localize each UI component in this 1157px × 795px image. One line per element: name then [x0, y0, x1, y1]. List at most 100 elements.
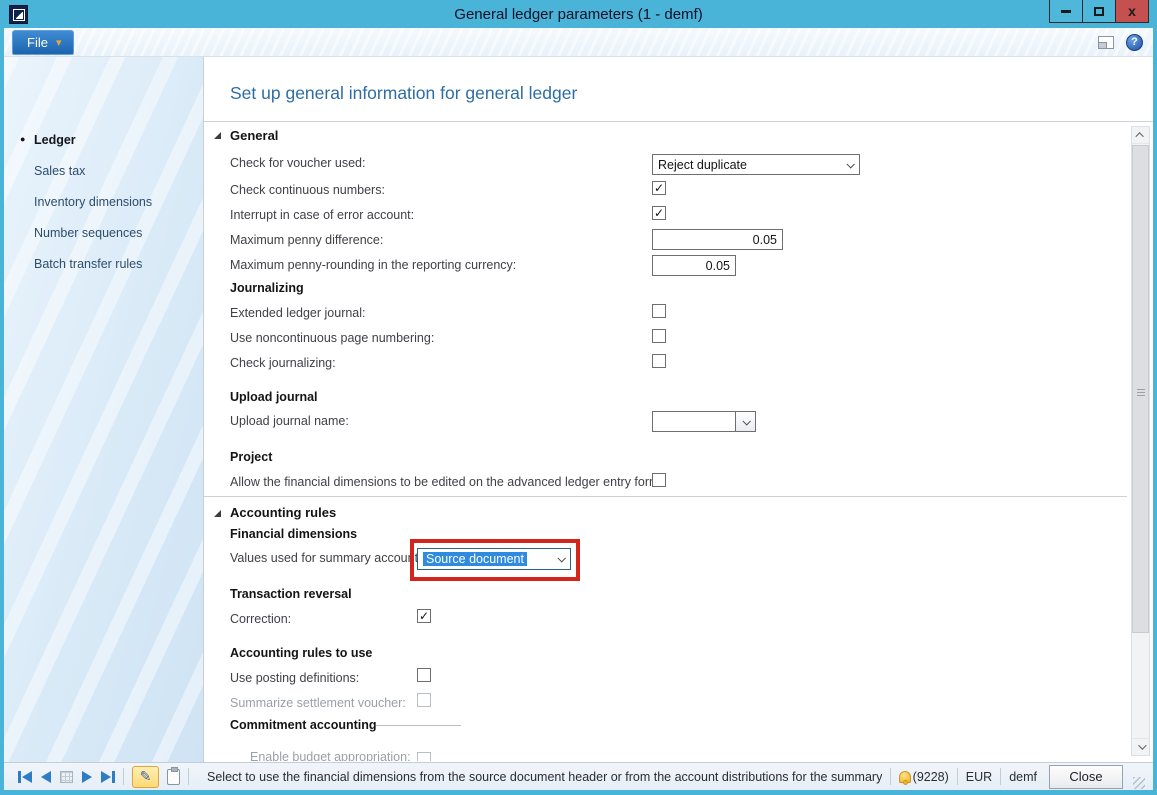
chevron-down-icon: [1138, 741, 1146, 749]
separator: [123, 768, 124, 785]
summary-account-value: Source document: [423, 552, 527, 566]
sidebar: ● Ledger Sales tax Inventory dimensions …: [4, 57, 204, 762]
maximize-button[interactable]: [1082, 0, 1116, 23]
noncontinuous-paging-checkbox[interactable]: [652, 329, 666, 343]
summarize-settlement-label: Summarize settlement voucher:: [230, 696, 406, 710]
penny-difference-input[interactable]: [652, 229, 783, 250]
summarize-settlement-checkbox: [417, 693, 431, 707]
last-record-button[interactable]: [101, 771, 115, 783]
previous-record-button[interactable]: [41, 771, 51, 783]
page-title: Set up general information for general l…: [204, 57, 1153, 104]
group-line: [376, 725, 461, 726]
correction-label: Correction:: [230, 612, 291, 626]
voucher-used-dropdown[interactable]: Reject duplicate: [652, 154, 860, 175]
continuous-numbers-checkbox[interactable]: ✓: [652, 181, 666, 195]
chevron-down-icon: [552, 549, 570, 569]
check-icon: ✓: [654, 182, 664, 194]
extended-journal-label: Extended ledger journal:: [230, 306, 366, 320]
noncontinuous-paging-label: Use noncontinuous page numbering:: [230, 331, 434, 345]
commitment-accounting-header: Commitment accounting: [230, 718, 377, 732]
close-icon: x: [1128, 4, 1136, 18]
window-title: General ledger parameters (1 - demf): [0, 6, 1157, 23]
budget-appropriation-label: Enable budget appropriation:: [250, 750, 411, 761]
allow-dimensions-label: Allow the financial dimensions to be edi…: [230, 475, 663, 489]
toolbar: File ▾ ?: [4, 28, 1153, 57]
file-menu-button[interactable]: File ▾: [12, 30, 74, 55]
file-menu-label: File: [27, 35, 48, 50]
content-panel: Set up general information for general l…: [204, 57, 1153, 762]
posting-definitions-label: Use posting definitions:: [230, 671, 359, 685]
upload-journal-header: Upload journal: [230, 390, 318, 404]
active-bullet-icon: ●: [20, 134, 25, 144]
notification-bell-icon[interactable]: [899, 771, 911, 783]
interrupt-error-checkbox[interactable]: ✓: [652, 206, 666, 220]
accounting-rules-expander-icon[interactable]: [214, 510, 221, 517]
check-icon: ✓: [654, 207, 664, 219]
next-record-button[interactable]: [82, 771, 92, 783]
extended-journal-checkbox[interactable]: [652, 304, 666, 318]
section-divider: [204, 496, 1127, 497]
correction-checkbox[interactable]: ✓: [417, 609, 431, 623]
grid-view-icon[interactable]: [60, 771, 73, 783]
layout-pane-icon[interactable]: [1098, 36, 1114, 49]
voucher-used-label: Check for voucher used:: [230, 156, 366, 170]
check-journalizing-label: Check journalizing:: [230, 356, 336, 370]
allow-dimensions-checkbox[interactable]: [652, 473, 666, 487]
accounting-rules-to-use-header: Accounting rules to use: [230, 646, 372, 660]
check-journalizing-checkbox[interactable]: [652, 354, 666, 368]
summary-account-dropdown[interactable]: Source document: [417, 548, 571, 570]
status-bar: ✎ Select to use the financial dimensions…: [4, 762, 1153, 790]
separator: [890, 768, 891, 785]
pencil-icon: ✎: [140, 768, 152, 785]
posting-definitions-checkbox[interactable]: [417, 668, 431, 682]
resize-grip[interactable]: [1133, 777, 1145, 789]
maximize-icon: [1094, 7, 1104, 16]
first-record-button[interactable]: [18, 771, 32, 783]
company-indicator[interactable]: demf: [1009, 770, 1037, 784]
interrupt-error-label: Interrupt in case of error account:: [230, 208, 414, 222]
separator: [957, 768, 958, 785]
app-window: General ledger parameters (1 - demf) x F…: [0, 0, 1157, 795]
separator: [188, 768, 189, 785]
section-header-accounting-rules: Accounting rules: [230, 505, 336, 520]
summary-account-label: Values used for summary account:: [230, 551, 422, 565]
sidebar-item-label: Inventory dimensions: [34, 195, 152, 209]
upload-journal-name-label: Upload journal name:: [230, 414, 349, 428]
project-header: Project: [230, 450, 272, 464]
close-button[interactable]: Close: [1049, 765, 1123, 789]
general-expander-icon[interactable]: [214, 132, 221, 139]
sidebar-item-ledger[interactable]: ● Ledger: [34, 133, 76, 147]
sidebar-item-number-sequences[interactable]: Number sequences: [34, 226, 142, 240]
section-header-general: General: [230, 128, 278, 143]
sidebar-item-label: Batch transfer rules: [34, 257, 142, 271]
penny-rounding-label: Maximum penny-rounding in the reporting …: [230, 258, 516, 272]
form-scroll-area: General Check for voucher used: Reject d…: [204, 122, 1153, 761]
chevron-down-icon[interactable]: [736, 411, 756, 432]
budget-appropriation-checkbox: [417, 752, 431, 761]
sidebar-item-label: Ledger: [34, 133, 76, 147]
sidebar-item-label: Sales tax: [34, 164, 85, 178]
financial-dimensions-header: Financial dimensions: [230, 527, 357, 541]
upload-journal-name-combo[interactable]: [652, 411, 756, 432]
scroll-down-button[interactable]: [1132, 738, 1149, 755]
journalizing-header: Journalizing: [230, 281, 304, 295]
currency-indicator[interactable]: EUR: [966, 770, 992, 784]
alert-count[interactable]: (9228): [913, 770, 949, 784]
scrollbar-thumb[interactable]: [1132, 145, 1149, 633]
status-message: Select to use the financial dimensions f…: [207, 770, 882, 784]
edit-mode-button[interactable]: ✎: [132, 766, 159, 788]
sidebar-item-batch-transfer-rules[interactable]: Batch transfer rules: [34, 257, 142, 271]
minimize-button[interactable]: [1049, 0, 1083, 23]
upload-journal-name-input[interactable]: [652, 411, 736, 432]
vertical-scrollbar[interactable]: [1131, 126, 1150, 756]
penny-rounding-input[interactable]: [652, 255, 736, 276]
close-window-button[interactable]: x: [1115, 0, 1149, 23]
continuous-numbers-label: Check continuous numbers:: [230, 183, 385, 197]
scroll-up-button[interactable]: [1132, 127, 1149, 144]
sidebar-item-label: Number sequences: [34, 226, 142, 240]
sidebar-item-inventory-dimensions[interactable]: Inventory dimensions: [34, 195, 152, 209]
penny-difference-label: Maximum penny difference:: [230, 233, 383, 247]
help-icon[interactable]: ?: [1126, 34, 1143, 51]
sidebar-item-sales-tax[interactable]: Sales tax: [34, 164, 85, 178]
clipboard-icon[interactable]: [167, 769, 180, 785]
